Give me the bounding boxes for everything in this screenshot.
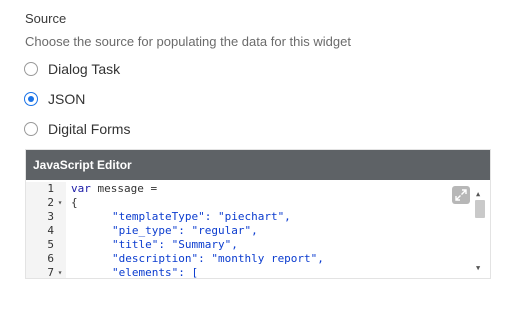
expand-editor-button[interactable]: [452, 186, 470, 204]
editor-title: JavaScript Editor: [33, 158, 132, 172]
code-line[interactable]: 2 ▾ {: [26, 196, 490, 210]
code-line[interactable]: 1 var message =: [26, 182, 490, 196]
vertical-scrollbar[interactable]: ▲ ▼: [474, 185, 486, 275]
scroll-thumb[interactable]: [475, 200, 485, 218]
fold-arrow-icon[interactable]: ▾: [54, 266, 66, 278]
code-area[interactable]: 1 var message = 2 ▾ { 3 "templateType": …: [26, 180, 490, 278]
code-text: var message =: [71, 182, 158, 195]
line-number: 6: [47, 252, 54, 265]
radio-label-dialog-task: Dialog Task: [48, 61, 121, 77]
radio-unchecked-icon[interactable]: [24, 122, 38, 136]
fold-arrow-icon[interactable]: ▾: [54, 196, 66, 210]
radio-dialog-task[interactable]: Dialog Task: [24, 61, 120, 77]
expand-icon: [455, 189, 467, 201]
code-text: "description": "monthly report",: [112, 252, 324, 265]
section-title: Source: [25, 11, 67, 26]
code-line[interactable]: 4 "pie_type": "regular",: [26, 224, 490, 238]
section-description: Choose the source for populating the dat…: [25, 34, 351, 49]
line-number: 3: [47, 210, 54, 223]
line-number: 5: [47, 238, 54, 251]
scroll-up-arrow-icon[interactable]: ▲: [476, 187, 480, 201]
editor-header: JavaScript Editor: [26, 150, 490, 180]
radio-digital-forms[interactable]: Digital Forms: [24, 121, 130, 137]
code-text: "title": "Summary",: [112, 238, 238, 251]
line-number: 1: [47, 182, 54, 195]
code-text: "templateType": "piechart",: [112, 210, 291, 223]
radio-checked-icon[interactable]: [24, 92, 38, 106]
code-text: "elements": [: [112, 266, 199, 278]
scroll-down-arrow-icon[interactable]: ▼: [476, 261, 480, 275]
radio-label-json: JSON: [48, 91, 86, 107]
line-number: 4: [47, 224, 54, 237]
line-number: 2: [47, 196, 54, 209]
line-number: 7: [47, 266, 54, 278]
code-text: {: [71, 196, 78, 209]
javascript-editor[interactable]: JavaScript Editor 1 var message = 2 ▾ { …: [25, 149, 491, 279]
code-line[interactable]: 7 ▾ "elements": [: [26, 266, 490, 278]
code-line[interactable]: 3 "templateType": "piechart",: [26, 210, 490, 224]
code-text: "pie_type": "regular",: [112, 224, 258, 237]
code-line[interactable]: 6 "description": "monthly report",: [26, 252, 490, 266]
radio-json[interactable]: JSON: [24, 91, 85, 107]
code-line[interactable]: 5 "title": "Summary",: [26, 238, 490, 252]
radio-unchecked-icon[interactable]: [24, 62, 38, 76]
radio-label-digital-forms: Digital Forms: [48, 121, 131, 137]
